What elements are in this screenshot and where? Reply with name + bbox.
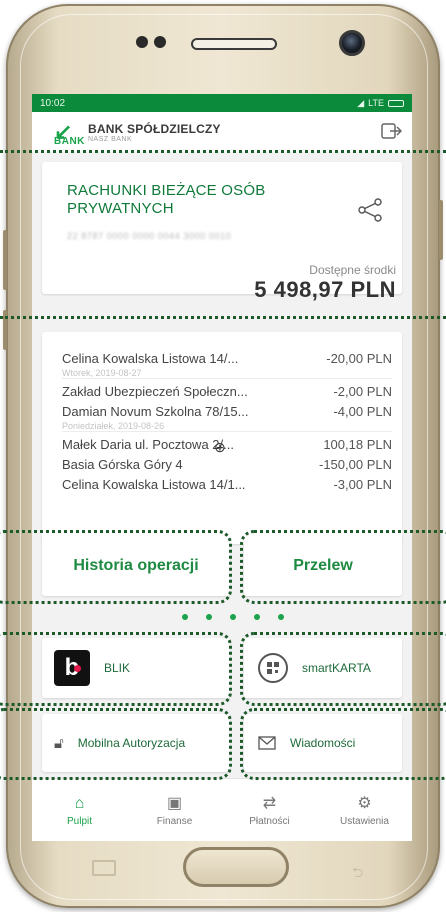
home-icon: ⌂	[74, 794, 85, 812]
nav-item-pulpit[interactable]: ⌂ Pulpit	[40, 795, 120, 827]
nav-item-ustawienia[interactable]: ⚙ Ustawienia	[325, 795, 405, 827]
tx-name: Basia Górska Góry 4	[62, 456, 183, 472]
transfer-arrows-icon: ⇄	[262, 794, 277, 812]
crosshair-cursor-icon: ⊕	[214, 439, 226, 455]
available-funds-label: Dostępne środki	[309, 263, 396, 277]
tx-date-header: Poniedziałek, 2019-08-26	[62, 421, 392, 432]
power-button	[439, 200, 443, 260]
volume-button	[3, 230, 7, 290]
nav-item-finanse[interactable]: ▣ Finanse	[135, 795, 215, 827]
table-row[interactable]: Basia Górska Góry 4 -150,00 PLN	[62, 454, 392, 474]
status-bar: 10:02 ◢ LTE	[32, 94, 412, 112]
back-key-icon[interactable]: ⮌	[352, 862, 363, 886]
tx-amount: -4,00 PLN	[333, 403, 392, 419]
pager-dot[interactable]	[278, 614, 284, 620]
transaction-list: Celina Kowalska Listowa 14/... -20,00 PL…	[62, 348, 392, 494]
table-row[interactable]: Celina Kowalska Listowa 14/1... -3,00 PL…	[62, 474, 392, 494]
home-button[interactable]	[183, 847, 289, 887]
sensor-dot	[154, 36, 166, 48]
signal-icon: ◢	[357, 97, 365, 108]
earpiece-speaker	[191, 38, 277, 50]
tx-amount: -2,00 PLN	[333, 383, 392, 399]
annotation-smartkarta-outline	[240, 632, 446, 706]
account-title: RACHUNKI BIEŻĄCE OSÓB PRYWATNYCH	[67, 182, 266, 217]
table-row[interactable]: Zakład Ubezpieczeń Społeczn... -2,00 PLN	[62, 381, 392, 401]
bottom-navigation: ⌂ Pulpit ▣ Finanse ⇄ Płatności ⚙ Ustawie…	[32, 778, 412, 841]
table-row[interactable]: Małek Daria ul. Pocztowa 2/... 100,18 PL…	[62, 434, 392, 454]
table-row[interactable]: Celina Kowalska Listowa 14/... -20,00 PL…	[62, 348, 392, 368]
tx-name: Zakład Ubezpieczeń Społeczn...	[62, 383, 248, 399]
nav-label: Ustawienia	[340, 815, 389, 827]
bank-tagline: NASZ BANK	[88, 135, 133, 143]
pager-dot[interactable]	[182, 614, 188, 620]
tx-name: Celina Kowalska Listowa 14/1...	[62, 476, 246, 492]
tx-name: Celina Kowalska Listowa 14/...	[62, 350, 239, 366]
app-header: ↙ BANK SPÓŁDZIELCZY NASZ BANK BANK	[32, 112, 412, 152]
gear-icon: ⚙	[357, 794, 372, 812]
tx-name: Damian Novum Szkolna 78/15...	[62, 403, 249, 419]
account-number: 22 8787 0000 0000 0044 3000 0010	[67, 231, 232, 241]
account-card[interactable]: RACHUNKI BIEŻĄCE OSÓB PRYWATNYCH 22 8787…	[42, 162, 402, 302]
annotation-transfer-outline	[240, 530, 446, 604]
available-funds-amount: 5 498,97 PLN	[254, 277, 396, 302]
status-time: 10:02	[40, 97, 66, 109]
nav-label: Finanse	[156, 815, 193, 827]
carousel-pager[interactable]	[182, 614, 284, 620]
nav-item-platnosci[interactable]: ⇄ Płatności	[230, 795, 310, 827]
tx-amount: 100,18 PLN	[323, 436, 392, 452]
nav-label: Płatności	[249, 815, 290, 827]
annotation-messages-outline	[240, 708, 446, 780]
transactions-card[interactable]: Celina Kowalska Listowa 14/... -20,00 PL…	[42, 332, 402, 544]
nav-label: Pulpit	[66, 815, 92, 827]
tx-amount: -150,00 PLN	[319, 456, 392, 472]
pager-dot[interactable]	[254, 614, 260, 620]
table-row[interactable]: Damian Novum Szkolna 78/15... -4,00 PLN	[62, 401, 392, 421]
logout-icon[interactable]	[380, 120, 402, 142]
tx-amount: -20,00 PLN	[326, 350, 392, 366]
annotation-mobile-auth-outline	[0, 708, 232, 780]
status-icons: ◢ LTE	[357, 98, 404, 109]
tx-date-header: Wtorek, 2019-08-27	[62, 368, 392, 379]
network-type: LTE	[368, 98, 384, 108]
annotation-history-outline	[0, 530, 232, 604]
tx-amount: -3,00 PLN	[333, 476, 392, 492]
annotation-line-mid	[0, 316, 446, 319]
pager-dot[interactable]	[206, 614, 212, 620]
bank-logo-text: BANK SPÓŁDZIELCZY NASZ BANK	[88, 122, 221, 143]
sensor-dot	[136, 36, 148, 48]
bank-name: BANK SPÓŁDZIELCZY	[88, 121, 221, 136]
annotation-blik-outline	[0, 632, 232, 706]
recent-apps-key[interactable]	[92, 860, 116, 876]
wallet-icon: ▣	[166, 794, 183, 812]
battery-icon	[388, 99, 404, 107]
front-camera	[339, 30, 365, 56]
bank-logo-word: BANK	[54, 136, 85, 147]
share-icon[interactable]	[356, 196, 384, 224]
annotation-line-top	[0, 150, 446, 153]
pager-dot[interactable]	[230, 614, 236, 620]
tx-name: Małek Daria ul. Pocztowa 2/...	[62, 436, 234, 452]
